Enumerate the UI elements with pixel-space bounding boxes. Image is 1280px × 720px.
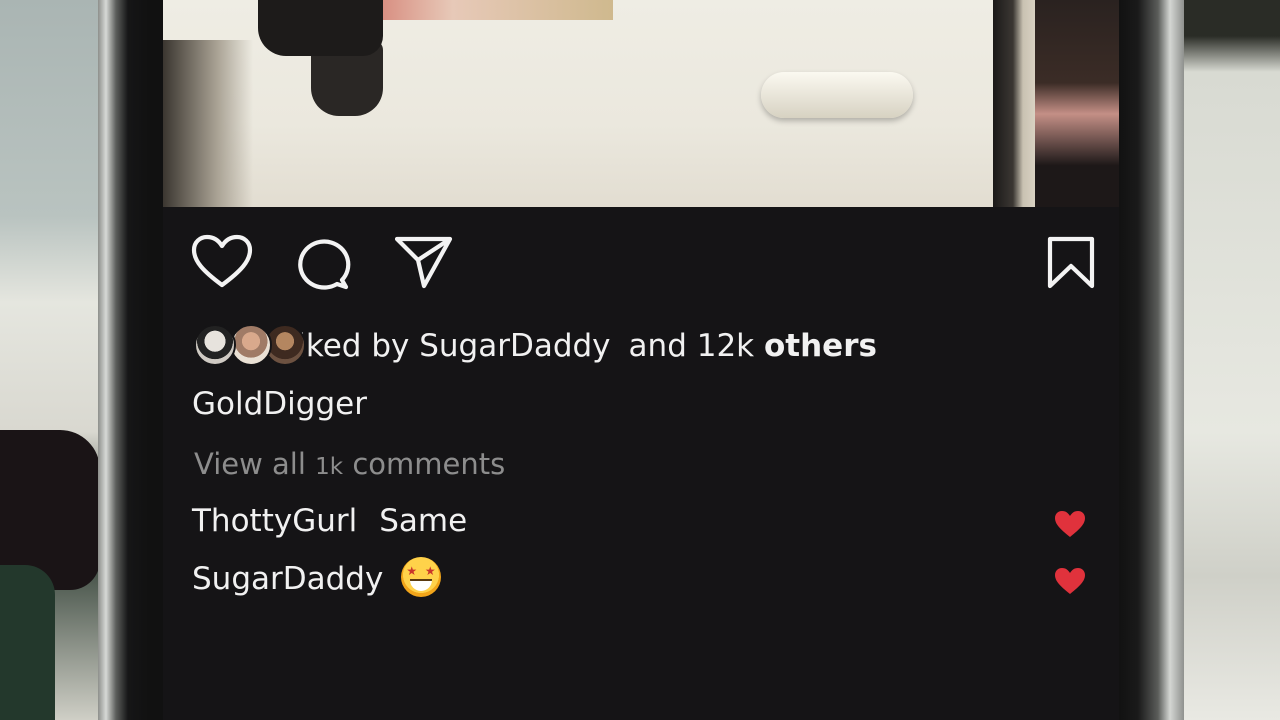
liker-username[interactable]: SugarDaddy — [419, 328, 610, 364]
liker-avatars — [194, 323, 306, 369]
filled-heart-icon[interactable] — [1054, 510, 1086, 546]
post-image[interactable] — [163, 0, 1119, 207]
avatar — [194, 324, 236, 366]
likes-others[interactable]: others — [764, 328, 877, 364]
comment-row: SugarDaddy — [192, 557, 1102, 604]
heart-icon[interactable] — [191, 233, 253, 291]
comment-username[interactable]: ThottyGurl — [192, 503, 357, 539]
background-shape — [0, 565, 55, 720]
likes-summary[interactable]: Liked by SugarDaddy and 12k others — [194, 322, 877, 370]
background-right — [1170, 0, 1280, 720]
view-all-comments-link[interactable]: View all 1k comments — [194, 447, 505, 481]
view-comments-prefix: View all — [194, 447, 306, 481]
comment-icon[interactable] — [294, 236, 352, 292]
background-left — [0, 0, 110, 720]
paper-plane-icon[interactable] — [395, 236, 453, 290]
bookmark-icon[interactable] — [1047, 236, 1095, 290]
post-screen: Liked by SugarDaddy and 12k others GoldDi… — [163, 0, 1119, 720]
comment-count: 1k — [315, 454, 344, 480]
likes-count: 12k — [696, 328, 755, 364]
comment-row: ThottyGurl Same — [192, 503, 1102, 547]
view-comments-suffix: comments — [352, 447, 506, 481]
avatar — [230, 324, 272, 366]
likes-text: Liked by SugarDaddy and 12k others — [280, 328, 877, 364]
comment-username[interactable]: SugarDaddy — [192, 561, 383, 597]
likes-and: and — [628, 328, 687, 364]
caption-username[interactable]: GoldDigger — [192, 386, 367, 422]
comment-text: Same — [379, 503, 468, 539]
filled-heart-icon[interactable] — [1054, 567, 1086, 603]
star-struck-emoji — [401, 557, 442, 597]
